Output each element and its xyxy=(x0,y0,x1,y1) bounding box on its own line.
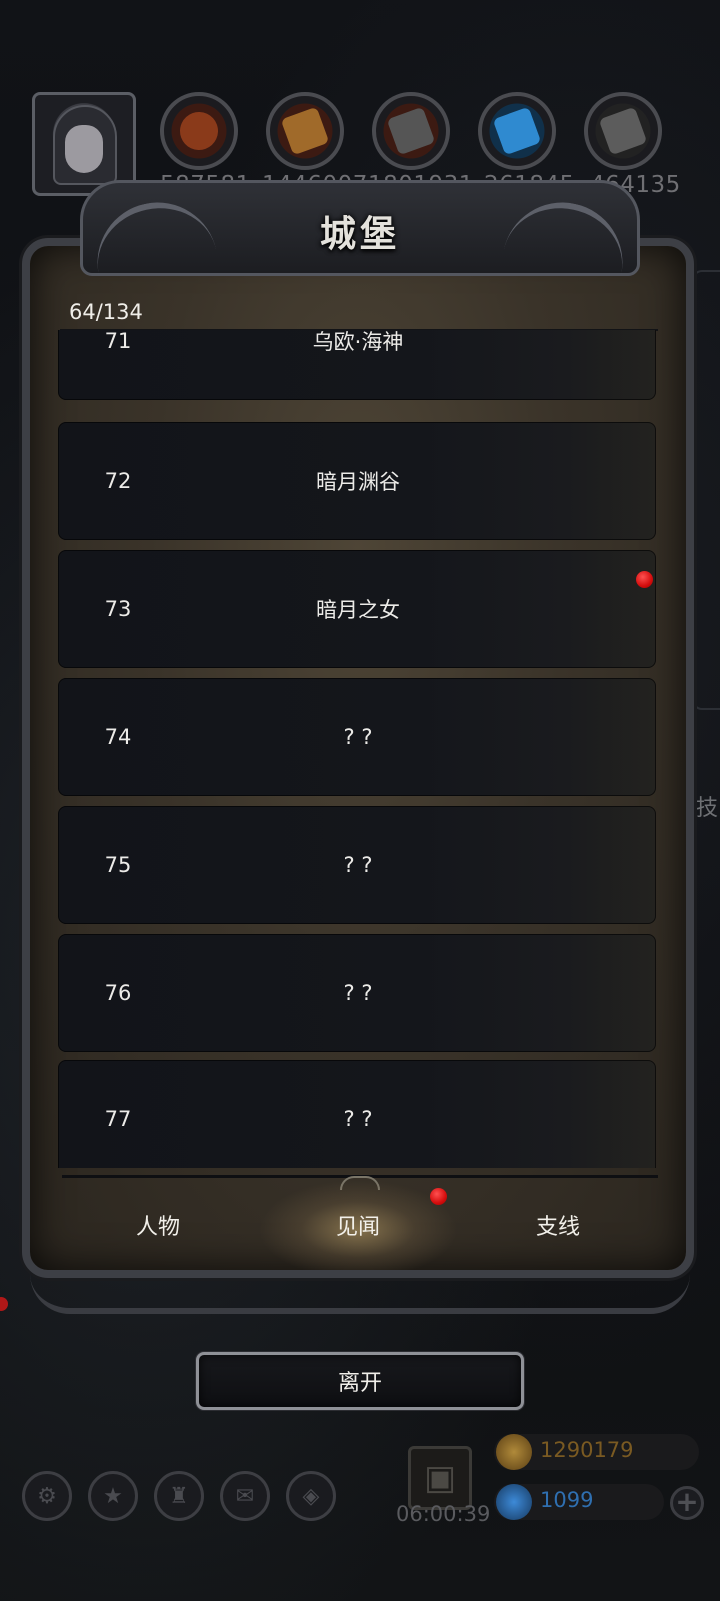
star-icon[interactable]: ★ xyxy=(88,1471,138,1521)
settings-icon[interactable]: ⚙ xyxy=(22,1471,72,1521)
panel-bottom-ornament xyxy=(30,1272,690,1314)
tab-characters[interactable]: 人物 xyxy=(58,1180,258,1270)
entry-name: 暗月渊谷 xyxy=(316,470,400,494)
tab-bar: 人物 见闻 支线 xyxy=(58,1180,658,1270)
list-item[interactable]: 74 ? ? xyxy=(58,678,656,796)
castle-icon[interactable]: ♜ xyxy=(154,1471,204,1521)
list-item[interactable]: 71 乌欧·海神 xyxy=(58,330,656,400)
shield-icon[interactable]: ◈ xyxy=(286,1471,336,1521)
crystal-icon xyxy=(478,92,556,170)
entry-number: 71 xyxy=(104,330,132,353)
tab-anecdotes[interactable]: 见闻 xyxy=(258,1180,458,1270)
new-entry-dot xyxy=(636,571,653,588)
side-panel-label: 技 xyxy=(695,796,718,821)
progress-counter: 64/134 xyxy=(69,300,143,324)
tab-side-quests[interactable]: 支线 xyxy=(458,1180,658,1270)
side-panel-edge xyxy=(692,270,720,710)
list-item[interactable]: 75 ? ? xyxy=(58,806,656,924)
gold-icon xyxy=(496,1434,532,1470)
leave-button[interactable]: 离开 xyxy=(196,1352,524,1410)
list-item[interactable]: 72 暗月渊谷 xyxy=(58,422,656,540)
list-item[interactable]: 77 ? ? xyxy=(58,1060,656,1168)
entry-number: 77 xyxy=(104,1107,132,1131)
entry-name: ? ? xyxy=(343,1107,373,1131)
entry-number: 76 xyxy=(104,981,132,1005)
list-item[interactable]: 76 ? ? xyxy=(58,934,656,1052)
entry-number: 75 xyxy=(104,853,132,877)
gift-timer: 06:00:39 xyxy=(396,1502,491,1526)
entry-name: ? ? xyxy=(343,981,373,1005)
gold-display: 1290179 xyxy=(494,1434,699,1470)
entry-name: ? ? xyxy=(343,853,373,877)
meat-icon xyxy=(160,92,238,170)
mail-icon[interactable]: ✉ xyxy=(220,1471,270,1521)
wood-icon xyxy=(266,92,344,170)
entry-name: 暗月之女 xyxy=(316,598,400,622)
gem-icon xyxy=(496,1484,532,1520)
gem-display: 1099 xyxy=(494,1484,664,1520)
entry-number: 74 xyxy=(104,725,132,749)
add-currency-button[interactable]: + xyxy=(670,1486,704,1520)
stone-icon xyxy=(372,92,450,170)
entry-list[interactable]: 71 乌欧·海神 72 暗月渊谷 73 暗月之女 74 ? ? 75 ? ? 7… xyxy=(58,330,658,1168)
gem-amount: 1099 xyxy=(540,1488,594,1512)
entry-name: 乌欧·海神 xyxy=(312,330,404,354)
entry-number: 73 xyxy=(104,597,132,621)
iron-icon xyxy=(584,92,662,170)
gift-icon[interactable]: ▣ xyxy=(408,1446,472,1510)
tab-notification-dot xyxy=(430,1188,447,1205)
list-item[interactable]: 73 暗月之女 xyxy=(58,550,656,668)
page-title: 城堡 xyxy=(319,213,400,255)
gold-amount: 1290179 xyxy=(540,1438,634,1462)
entry-name: ? ? xyxy=(343,725,373,749)
entry-number: 72 xyxy=(104,469,132,493)
